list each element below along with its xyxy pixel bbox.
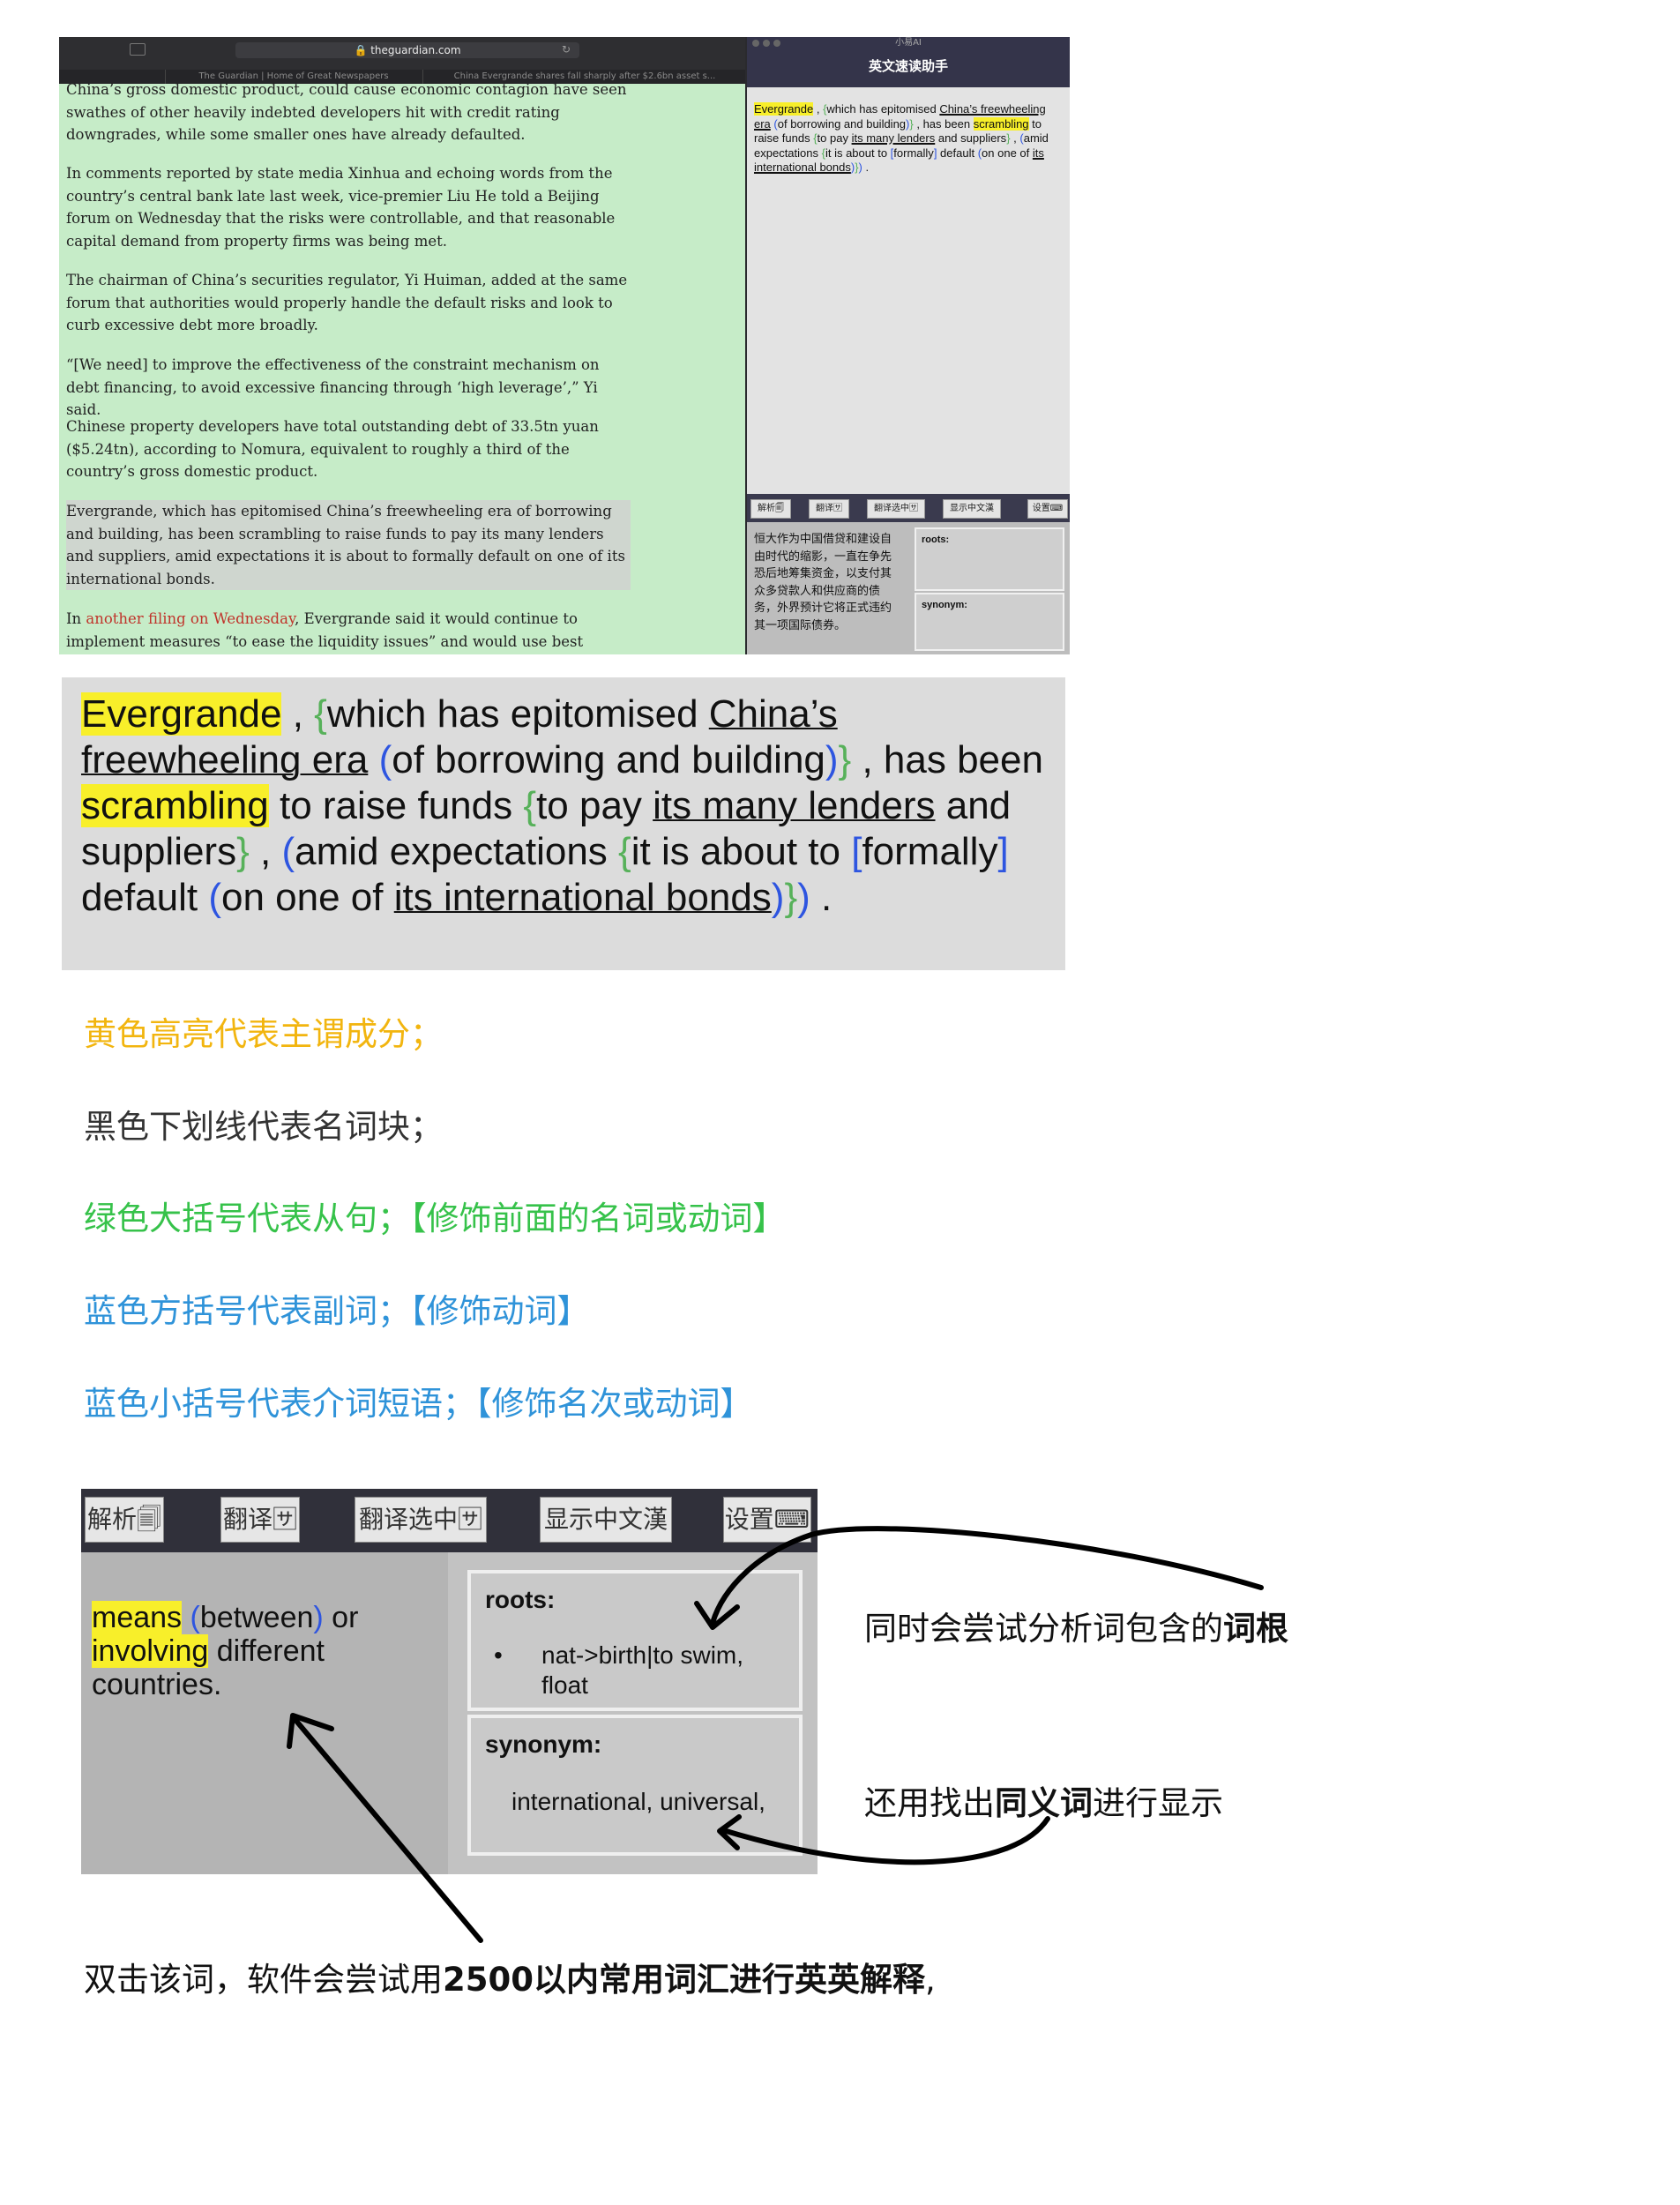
annotation-arrows — [287, 1526, 1264, 1943]
definition-arrow — [293, 1717, 483, 1943]
synonym-arrow — [721, 1816, 1050, 1865]
roots-arrow — [710, 1526, 1264, 1626]
